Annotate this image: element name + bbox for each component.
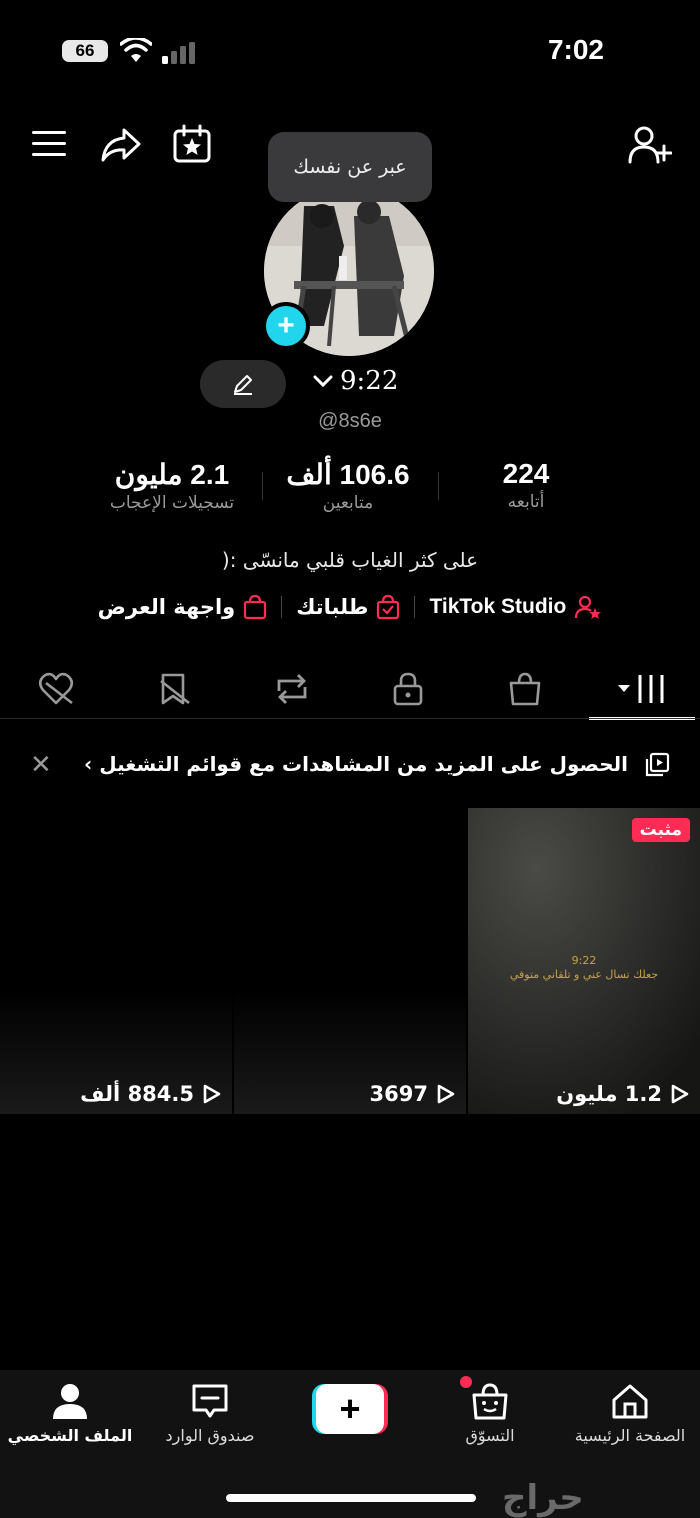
nav-profile[interactable]: الملف الشخصي [0,1380,140,1445]
pencil-icon [234,375,252,395]
link-showcase[interactable]: واجهة العرض [98,594,268,620]
video-thumbnail[interactable]: 884.5 ألف [0,808,232,1114]
stat-value: 224 [502,458,550,489]
stat-label: أتابعه [507,492,545,512]
chevron-down-icon [313,375,333,388]
bookmark-hidden-icon [160,673,190,705]
close-icon[interactable]: ✕ [30,750,52,780]
view-count-text: 884.5 ألف [80,1082,194,1106]
link-label: واجهة العرض [97,595,236,619]
person-star-icon [575,595,602,619]
share-icon[interactable] [100,126,142,164]
lock-icon [394,672,423,706]
video-overlay-caption: جعلك تسال عني و تلقاني متوفي [509,968,659,981]
inbox-icon [192,1384,228,1418]
stat-followers[interactable]: 106.6 ألف متابعين [248,458,448,513]
menu-icon[interactable] [32,128,68,160]
home-indicator[interactable] [226,1494,476,1502]
repost-icon [277,674,307,704]
bag-icon [244,594,267,620]
stat-likes[interactable]: 2.1 مليون تسجيلات الإعجاب [72,458,272,513]
tab-liked[interactable] [3,660,113,718]
playlist-banner[interactable]: الحصول على المزيد من المشاهدات مع قوائم … [0,742,700,788]
stat-value: 2.1 مليون [114,459,230,490]
link-label: TikTok Studio [429,595,567,618]
add-friend-icon[interactable] [628,124,672,164]
bottom-nav: الصفحة الرئيسية التسوّق + صندوق الوارد ا… [0,1370,700,1518]
view-count: 884.5 ألف [80,1082,222,1106]
link-separator [414,596,416,618]
stat-label: متابعين [322,493,374,513]
nav-label: صندوق الوارد [165,1426,255,1445]
video-overlay-text: 9:22 جعلك تسال عني و تلقاني متوفي [468,954,700,982]
wifi-icon [120,38,152,62]
tab-saved[interactable] [120,660,230,718]
watermark: حراج [502,1478,584,1518]
signal-icon [162,42,195,64]
play-icon [203,1084,221,1104]
video-thumbnail[interactable]: مثبت 9:22 جعلك تسال عني و تلقاني متوفي 1… [468,808,700,1114]
link-label: طلباتك [296,595,369,619]
bag-check-icon [377,594,400,620]
home-icon [612,1384,648,1419]
profile-links: TikTok Studio طلباتك واجهة العرض [0,594,700,620]
view-count-text: 3697 [369,1082,428,1106]
view-count-text: 1.2 مليون [556,1082,662,1106]
tabs-divider [0,718,700,719]
nav-home[interactable]: الصفحة الرئيسية [560,1380,700,1445]
heart-hidden-icon [39,672,74,705]
tab-private[interactable] [353,660,463,718]
avatar-add-button[interactable]: + [262,302,310,350]
nav-label: الصفحة الرئيسية [574,1426,686,1445]
tooltip: عبر عن نفسك [268,132,432,202]
link-separator [281,596,283,618]
stat-following[interactable]: 224 أتابعه [426,458,626,512]
nav-shop[interactable]: التسوّق [420,1380,560,1445]
profile-icon [53,1384,87,1419]
plus-icon: + [316,1384,384,1434]
nav-label: التسوّق [465,1426,515,1445]
play-icon [437,1084,455,1104]
nav-label: الملف الشخصي [7,1426,133,1445]
pinned-badge: مثبت [631,818,690,842]
stat-value: 106.6 ألف [286,459,410,490]
edit-profile-button[interactable] [200,360,286,408]
video-thumbnail[interactable]: 3697 [234,808,466,1114]
banner-text: الحصول على المزيد من المشاهدات مع قوائم … [84,752,628,776]
video-overlay-title: 9:22 [571,954,597,967]
profile-handle: @8s6e [318,410,382,432]
play-icon [671,1084,689,1104]
stat-label: تسجيلات الإعجاب [109,493,235,513]
tab-shop[interactable] [470,660,580,718]
grid-icon [617,675,664,703]
calendar-star-icon[interactable] [172,124,212,164]
view-count: 1.2 مليون [556,1082,690,1106]
playlist-icon [645,752,670,777]
tab-reposts[interactable] [237,660,347,718]
status-time: 7:02 [547,34,604,65]
link-orders[interactable]: طلباتك [296,594,400,620]
link-tiktok-studio[interactable]: TikTok Studio [429,594,602,620]
battery-indicator: 66 [62,40,108,62]
shop-bag-icon [509,672,541,706]
view-count: 3697 [370,1082,456,1106]
profile-bio: على كثر الغياب قلبي مانسّى :( [221,548,479,572]
profile-name-text: 9:22 [340,366,399,396]
nav-inbox[interactable]: صندوق الوارد [140,1380,280,1445]
tab-videos[interactable] [587,660,697,720]
profile-name[interactable]: 9:22 [312,366,398,396]
shop-icon [472,1383,508,1420]
profile-tabs [0,660,700,720]
create-button[interactable]: + [312,1384,388,1434]
